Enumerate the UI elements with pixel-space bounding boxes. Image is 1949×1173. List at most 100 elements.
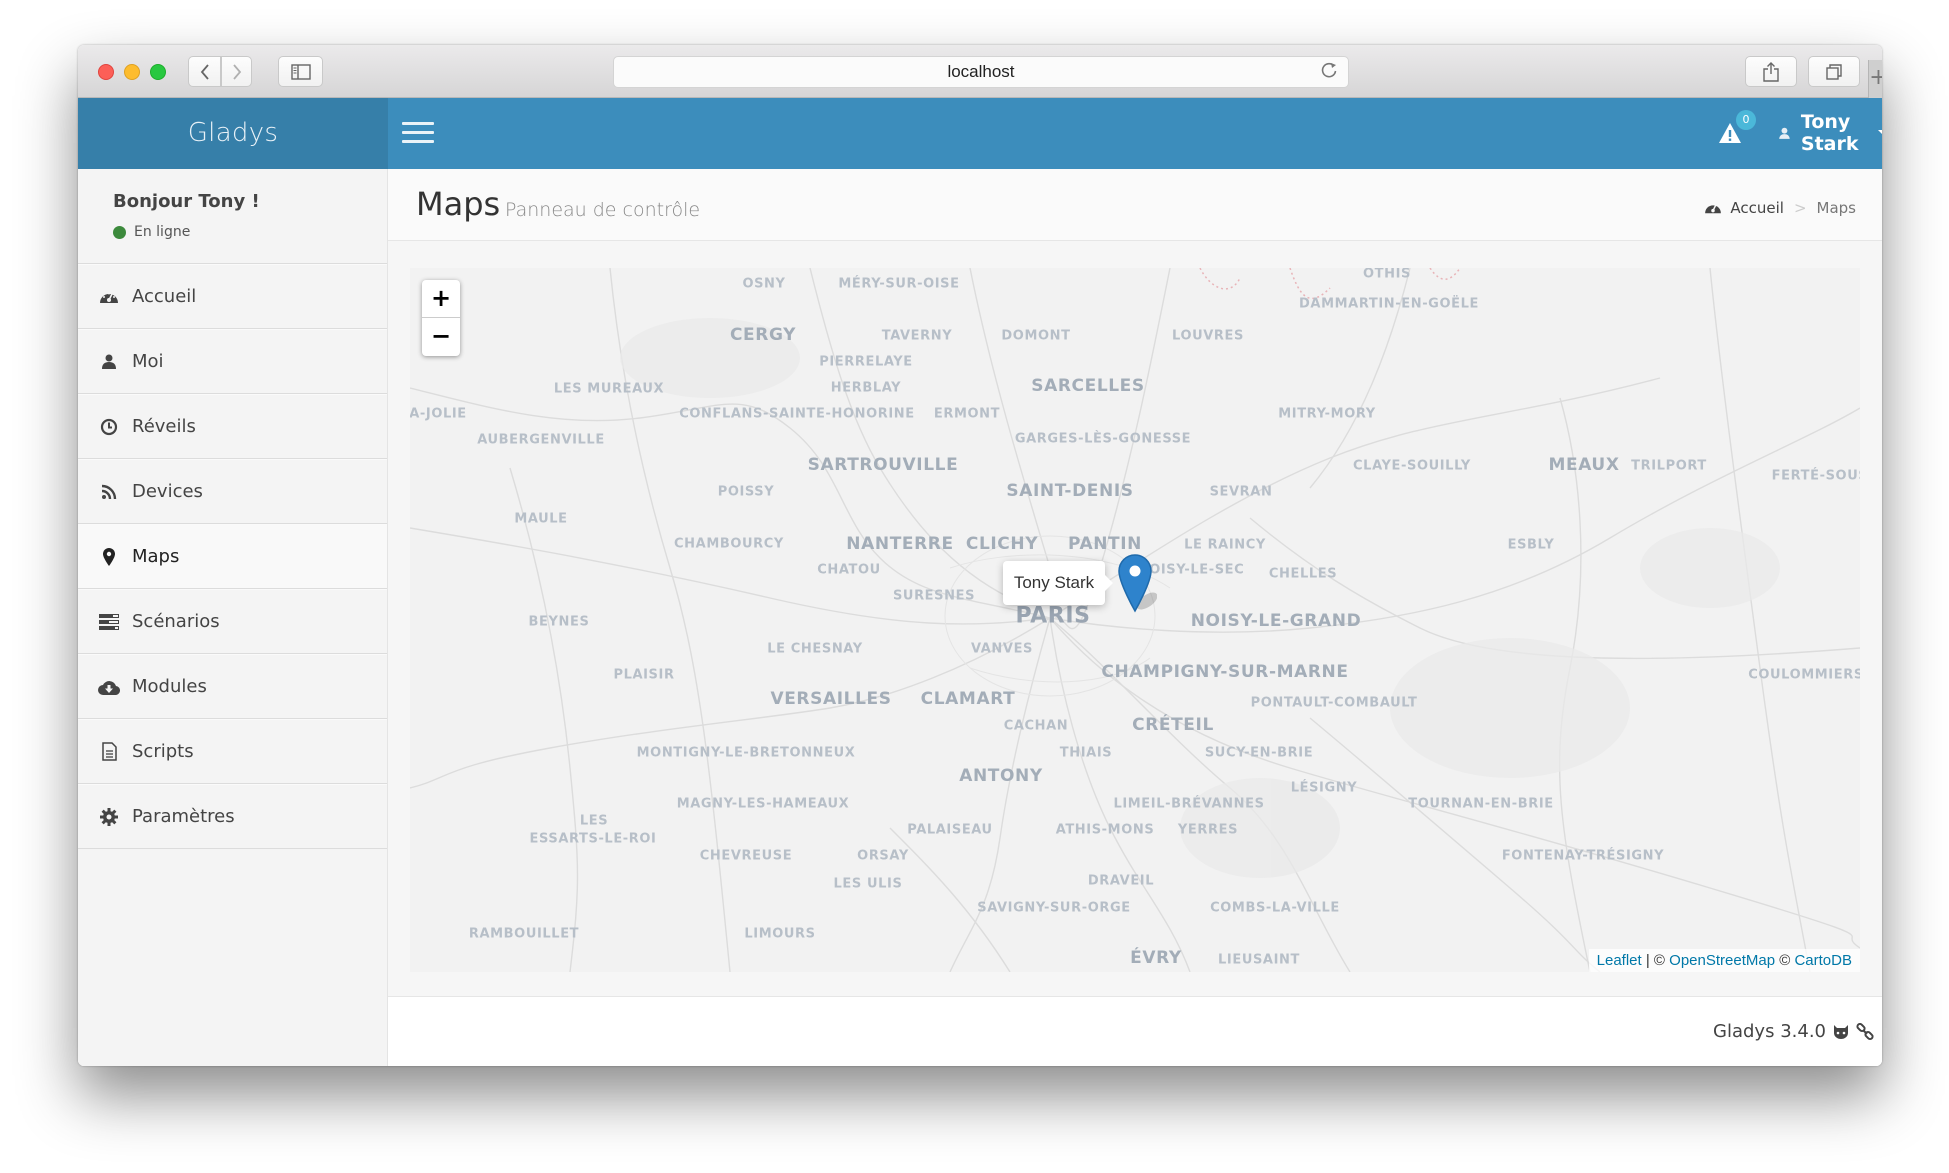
- share-button[interactable]: [1745, 56, 1797, 87]
- map-place-label: NOISY-LE-GRAND: [1190, 611, 1362, 631]
- map-place-label: VERSAILLES: [770, 689, 892, 709]
- notification-badge: 0: [1736, 110, 1756, 130]
- map-place-label: PARIS: [1015, 603, 1091, 629]
- forward-button[interactable]: [221, 56, 252, 87]
- breadcrumb-current: Maps: [1816, 199, 1856, 217]
- map-place-label: GARGES-LÈS-GONESSE: [1014, 431, 1192, 447]
- maximize-window-button[interactable]: [150, 64, 166, 80]
- new-tab-button[interactable]: +: [1868, 60, 1882, 98]
- sidebar-item-devices[interactable]: Devices: [78, 459, 387, 524]
- sidebar-item-label: Moi: [132, 351, 164, 372]
- map-place-label: CHELLES: [1268, 566, 1338, 582]
- sidebar: Bonjour Tony ! En ligne Accueil Moi Réve…: [78, 169, 388, 1066]
- map-place-label: NANTERRE: [846, 534, 954, 554]
- user-icon: [98, 351, 120, 373]
- cartodb-link[interactable]: CartoDB: [1794, 952, 1852, 969]
- sidebar-item-label: Paramètres: [132, 806, 235, 827]
- sidebar-item-scenarios[interactable]: Scénarios: [78, 589, 387, 654]
- map-place-label: MAGNY-LES-HAMEAUX: [676, 796, 850, 812]
- map-place-label: LES MUREAUX: [553, 381, 665, 397]
- openstreetmap-link[interactable]: OpenStreetMap: [1669, 952, 1775, 969]
- address-bar[interactable]: localhost: [613, 56, 1349, 88]
- content-header: Maps Panneau de contrôle Accueil > Maps: [388, 169, 1882, 241]
- reload-button[interactable]: [1320, 61, 1338, 85]
- map-place-label: FONTENAY-TRÉSIGNY: [1501, 848, 1665, 864]
- map-marker-icon[interactable]: [1117, 553, 1157, 615]
- map-place-label: VANVES: [970, 641, 1034, 657]
- zoom-out-button[interactable]: −: [422, 318, 460, 356]
- link-icon[interactable]: [1856, 1023, 1874, 1041]
- sidebar-item-label: Modules: [132, 676, 207, 697]
- sidebar-item-reveils[interactable]: Réveils: [78, 394, 387, 459]
- breadcrumb-home-link[interactable]: Accueil: [1730, 199, 1784, 217]
- map-place-label: LIMEIL-BRÉVANNES: [1113, 796, 1265, 812]
- footer: Gladys 3.4.0: [388, 996, 1882, 1066]
- map-place-label: MONTIGNY-LE-BRETONNEUX: [636, 745, 856, 761]
- map-place-label: HERBLAY: [830, 380, 902, 396]
- sidebar-item-modules[interactable]: Modules: [78, 654, 387, 719]
- map-place-label: CACHAN: [1003, 718, 1069, 734]
- user-menu[interactable]: Tony Stark: [1778, 111, 1882, 155]
- map-view[interactable]: OSNY MÉRY-SUR-OISE OTHIS DAMMARTIN-EN-GOËLE…: [410, 268, 1860, 972]
- map-place-label: CHEVREUSE: [699, 848, 793, 864]
- map-place-label: AUBERGENVILLE: [477, 432, 605, 448]
- map-place-label: LES ULIS: [833, 876, 903, 892]
- map-place-label: ATHIS-MONS: [1055, 822, 1155, 838]
- map-place-label: TOURNAN-EN-BRIE: [1408, 796, 1554, 812]
- minimize-window-button[interactable]: [124, 64, 140, 80]
- status-dot-icon: [113, 225, 126, 239]
- browser-toolbar: localhost +: [78, 45, 1882, 98]
- leaflet-link[interactable]: Leaflet: [1597, 952, 1642, 969]
- map-place-label: LIMOURS: [744, 926, 816, 942]
- map-place-label: COMBS-LA-VILLE: [1210, 900, 1340, 916]
- sidebar-item-accueil[interactable]: Accueil: [78, 264, 387, 329]
- map-place-label: SARTROUVILLE: [807, 455, 959, 475]
- map-place-label: TRILPORT: [1631, 458, 1707, 474]
- map-roads: [410, 268, 1860, 972]
- map-place-label: CERGY: [729, 325, 797, 345]
- share-icon: [1763, 61, 1779, 82]
- map-place-label: DAMMARTIN-EN-GOËLE: [1299, 296, 1479, 312]
- map-place-label: LES: [579, 813, 609, 829]
- sidebar-item-scripts[interactable]: Scripts: [78, 719, 387, 784]
- map-place-label: SAINT-DENIS: [1006, 481, 1134, 501]
- map-place-label: POISSY: [717, 484, 775, 500]
- map-place-label: LE CHESNAY: [767, 641, 863, 657]
- page-subtitle: Panneau de contrôle: [505, 199, 701, 221]
- page-title: Maps: [416, 185, 501, 223]
- close-window-button[interactable]: [98, 64, 114, 80]
- map-place-label: BEYNES: [528, 614, 590, 630]
- sidebar-item-label: Maps: [132, 546, 180, 567]
- map-place-label: CHATOU: [817, 562, 881, 578]
- reload-icon: [1321, 62, 1337, 78]
- sidebar-toggle-button[interactable]: [278, 56, 323, 87]
- greeting: Bonjour Tony !: [113, 191, 260, 212]
- map-attribution: Leaflet | © OpenStreetMap © CartoDB: [1588, 949, 1860, 972]
- map-place-label: PALAISEAU: [907, 822, 993, 838]
- popup-text: Tony Stark: [1013, 573, 1095, 592]
- map-place-label: PONTAULT-COMBAULT: [1250, 695, 1418, 711]
- sidebar-item-label: Devices: [132, 481, 203, 502]
- app-logo[interactable]: Gladys: [78, 98, 388, 169]
- zoom-in-button[interactable]: +: [422, 280, 460, 318]
- app-version: Gladys 3.4.0: [1713, 1021, 1826, 1042]
- github-icon[interactable]: [1832, 1023, 1850, 1039]
- map-place-label: CONFLANS-SAINTE-HONORINE: [679, 406, 915, 422]
- sidebar-item-parametres[interactable]: Paramètres: [78, 784, 387, 849]
- gear-icon: [98, 806, 120, 828]
- map-place-label: DOMONT: [1001, 328, 1071, 344]
- sidebar-item-maps[interactable]: Maps: [78, 524, 387, 589]
- map-place-label: ANTONY: [959, 766, 1043, 786]
- attribution-separator: | ©: [1645, 952, 1665, 969]
- file-text-icon: [98, 741, 120, 763]
- sidebar-item-label: Réveils: [132, 416, 196, 437]
- map-place-label: A-JOLIE: [410, 406, 467, 422]
- show-tabs-button[interactable]: [1808, 56, 1860, 87]
- map-place-label: LÉSIGNY: [1290, 780, 1358, 796]
- main-content: Maps Panneau de contrôle Accueil > Maps: [388, 169, 1882, 1066]
- sidebar-toggle[interactable]: [402, 122, 434, 144]
- sidebar-item-moi[interactable]: Moi: [78, 329, 387, 394]
- map-place-label: LOUVRES: [1172, 328, 1244, 344]
- map-place-label: OSNY: [742, 276, 786, 292]
- back-button[interactable]: [188, 56, 221, 87]
